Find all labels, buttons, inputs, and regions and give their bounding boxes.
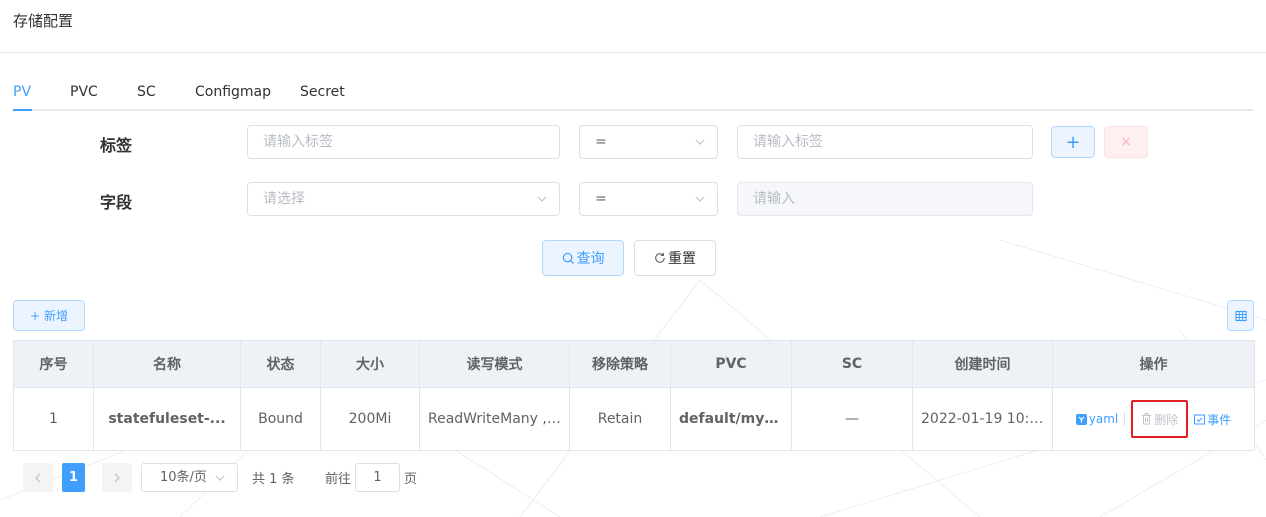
- goto-prefix: 前往: [325, 472, 352, 487]
- label-operator-select[interactable]: =: [579, 125, 718, 159]
- chevron-down-icon: [537, 196, 547, 202]
- column-header: 大小: [320, 340, 420, 388]
- column-header: 操作: [1052, 340, 1255, 388]
- tab-bar: PV PVC SC Configmap Secret: [13, 84, 1253, 111]
- pvc-link[interactable]: default/myp...: [670, 387, 792, 451]
- label-key-input[interactable]: [247, 125, 560, 159]
- events-label: 事件: [1207, 412, 1232, 427]
- trash-icon: [1142, 413, 1152, 425]
- page-number-button[interactable]: 1: [62, 463, 85, 492]
- field-operator-value: =: [595, 191, 607, 207]
- field-key-select[interactable]: 请选择: [247, 182, 560, 216]
- remove-filter-button[interactable]: ×: [1104, 126, 1148, 158]
- plus-icon: +: [29, 308, 41, 323]
- add-button[interactable]: + 新增: [13, 300, 85, 331]
- refresh-icon: [655, 252, 665, 263]
- label-filter-label: 标签: [100, 136, 133, 155]
- row-size: 200Mi: [320, 387, 420, 451]
- column-header: 名称: [93, 340, 241, 388]
- column-header: 序号: [13, 340, 94, 388]
- field-operator-select[interactable]: =: [579, 182, 718, 216]
- goto-page-input[interactable]: [355, 463, 400, 492]
- columns-icon: [1234, 310, 1247, 321]
- column-header: PVC: [670, 340, 792, 388]
- chevron-down-icon: [695, 196, 705, 202]
- reset-button[interactable]: 重置: [634, 240, 716, 276]
- close-icon: ×: [1120, 134, 1132, 150]
- field-key-placeholder: 请选择: [263, 191, 305, 207]
- search-icon: [562, 252, 574, 264]
- tab-pv[interactable]: PV: [13, 84, 31, 100]
- events-button[interactable]: 事件: [1194, 411, 1231, 428]
- active-tab-indicator: [13, 109, 32, 111]
- page-size-value: 10条/页: [160, 470, 207, 485]
- yaml-button[interactable]: yaml: [1075, 412, 1119, 426]
- page-header: 存储配置: [0, 0, 1266, 53]
- action-divider: [1124, 412, 1126, 426]
- chevron-right-icon: [114, 473, 120, 482]
- row-actions: yaml 删除 事件: [1052, 387, 1255, 451]
- row-created: 2022-01-19 10:0...: [912, 387, 1053, 451]
- row-sc: —: [791, 387, 913, 451]
- total-count: 共 1 条: [252, 472, 295, 487]
- row-access-mode: ReadWriteMany , ...: [419, 387, 570, 451]
- table-header-row: 序号 名称 状态 大小 读写模式 移除策略 PVC SC 创建时间 操作: [13, 340, 1255, 388]
- tab-sc[interactable]: SC: [137, 84, 156, 100]
- chevron-left-icon: [35, 473, 41, 482]
- column-header: 创建时间: [912, 340, 1053, 388]
- query-button[interactable]: 查询: [542, 240, 624, 276]
- chevron-down-icon: [695, 139, 705, 145]
- column-header: 移除策略: [569, 340, 671, 388]
- tab-secret[interactable]: Secret: [300, 84, 345, 100]
- row-reclaim-policy: Retain: [569, 387, 671, 451]
- column-settings-button[interactable]: [1227, 300, 1254, 331]
- field-filter-label: 字段: [100, 193, 133, 212]
- goto-suffix: 页: [404, 472, 418, 487]
- add-label: 新增: [44, 309, 69, 323]
- page-title: 存储配置: [13, 12, 74, 30]
- row-index: 1: [13, 387, 94, 451]
- chevron-down-icon: [215, 475, 225, 481]
- add-filter-button[interactable]: +: [1051, 126, 1095, 158]
- label-operator-value: =: [595, 134, 607, 150]
- page-size-select[interactable]: 10条/页: [141, 463, 238, 492]
- tab-configmap[interactable]: Configmap: [195, 84, 271, 100]
- event-icon: [1194, 414, 1206, 424]
- query-label: 查询: [576, 251, 605, 267]
- delete-label: 删除: [1154, 412, 1179, 427]
- tab-pvc[interactable]: PVC: [70, 84, 98, 100]
- row-status: Bound: [240, 387, 321, 451]
- pv-table: 序号 名称 状态 大小 读写模式 移除策略 PVC SC 创建时间 操作 1 s…: [13, 340, 1255, 451]
- column-header: 读写模式: [419, 340, 570, 388]
- column-header: SC: [791, 340, 913, 388]
- delete-button[interactable]: 删除: [1131, 400, 1189, 438]
- pv-name-link[interactable]: statefuleset-...: [93, 387, 241, 451]
- yaml-label: yaml: [1088, 412, 1119, 426]
- field-value-input[interactable]: [737, 182, 1033, 216]
- table-row: 1 statefuleset-... Bound 200Mi ReadWrite…: [13, 387, 1255, 451]
- plus-icon: +: [1065, 131, 1081, 153]
- yaml-icon: [1075, 413, 1087, 425]
- label-value-input[interactable]: [737, 125, 1033, 159]
- reset-label: 重置: [668, 251, 696, 267]
- column-header: 状态: [240, 340, 321, 388]
- prev-page-button[interactable]: [23, 463, 53, 492]
- next-page-button[interactable]: [102, 463, 132, 492]
